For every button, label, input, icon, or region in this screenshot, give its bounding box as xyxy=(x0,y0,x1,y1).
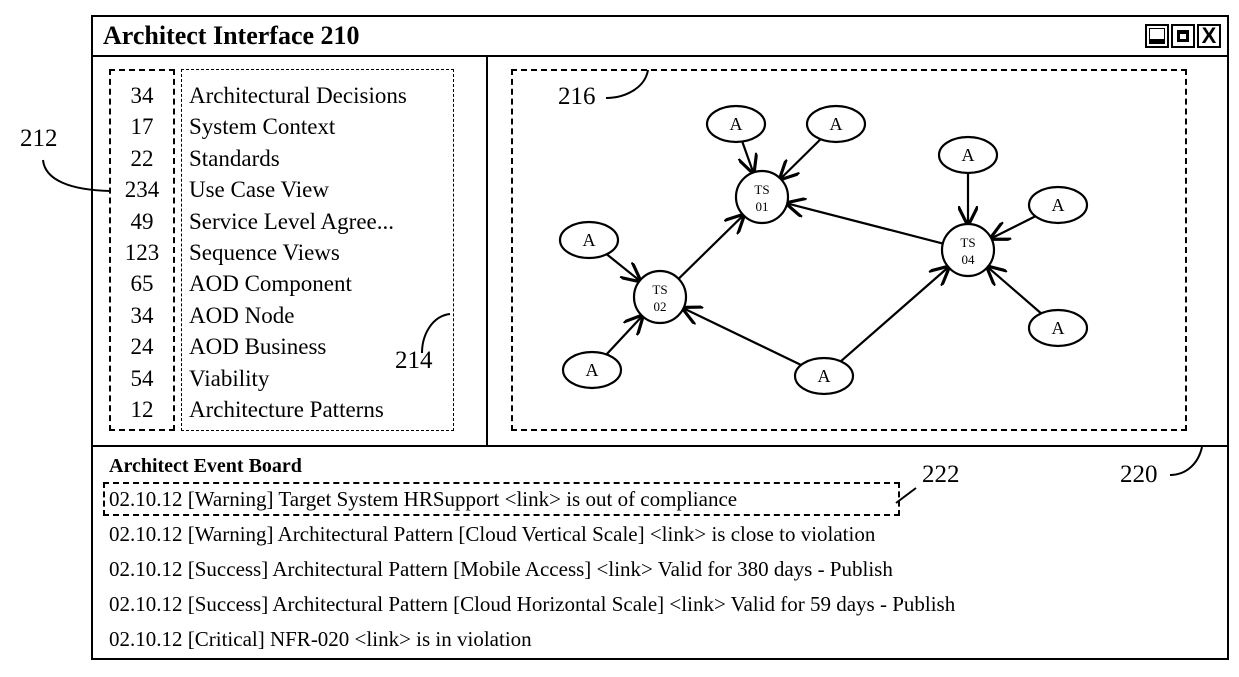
node-label: A xyxy=(830,114,843,134)
target-system-node[interactable]: TS 02 xyxy=(632,269,688,325)
architect-node[interactable]: A xyxy=(805,104,867,144)
node-label: A xyxy=(818,366,831,386)
event-board-title: Architect Event Board xyxy=(109,455,302,477)
node-id: 01 xyxy=(756,199,769,214)
architect-node[interactable]: A xyxy=(937,135,999,175)
node-label: A xyxy=(1052,318,1065,338)
architect-node[interactable]: A xyxy=(558,220,620,260)
node-label: TS xyxy=(652,282,667,297)
architect-node[interactable]: A xyxy=(561,350,623,390)
graph-edge-ts04-ts01 xyxy=(787,203,944,245)
node-label: A xyxy=(586,360,599,380)
event-item[interactable]: 02.10.12 [Warning] Architectural Pattern… xyxy=(109,522,875,547)
callout-222: 222 xyxy=(922,461,960,488)
graph-edge-a2-ts01 xyxy=(781,138,822,179)
graph-edge-a9-ts02 xyxy=(683,308,802,366)
node-label: A xyxy=(730,114,743,134)
architect-node[interactable]: A xyxy=(1027,185,1089,225)
event-item[interactable]: 02.10.12 [Success] Architectural Pattern… xyxy=(109,592,955,617)
graph-edge-a4-ts04 xyxy=(991,215,1036,238)
node-label: A xyxy=(583,230,596,250)
event-item[interactable]: 02.10.12 [Success] Architectural Pattern… xyxy=(109,557,893,582)
event-item[interactable]: 02.10.12 [Critical] NFR-020 <link> is in… xyxy=(109,627,532,652)
event-item[interactable]: 02.10.12 [Warning] Target System HRSuppo… xyxy=(109,487,737,512)
node-label: A xyxy=(1052,195,1065,215)
dependency-graph: TS 01 TS 02 TS 04 A A A A A A A A xyxy=(558,104,1089,396)
target-system-node[interactable]: TS 04 xyxy=(940,222,996,278)
graph-edge-a9-ts04 xyxy=(840,267,949,363)
graph-edge-a5-ts04 xyxy=(988,267,1042,315)
architect-node[interactable]: A xyxy=(1027,308,1089,348)
architect-node[interactable]: A xyxy=(793,356,855,396)
node-id: 04 xyxy=(962,252,976,267)
graph-edge-a7-ts02 xyxy=(605,316,643,356)
node-label: TS xyxy=(754,182,769,197)
node-label: TS xyxy=(960,235,975,250)
node-label: A xyxy=(962,145,975,165)
architect-node[interactable]: A xyxy=(705,104,767,144)
callout-220: 220 xyxy=(1120,461,1158,488)
architect-interface-window: Architect Interface 210 X 34 Architectura… xyxy=(91,15,1229,660)
graph-edge-a1-ts01 xyxy=(742,141,753,173)
target-system-node[interactable]: TS 01 xyxy=(734,169,790,225)
graph-edge-ts02-ts01 xyxy=(677,215,744,280)
graph-edge-a6-ts02 xyxy=(606,253,640,280)
node-id: 02 xyxy=(654,299,667,314)
